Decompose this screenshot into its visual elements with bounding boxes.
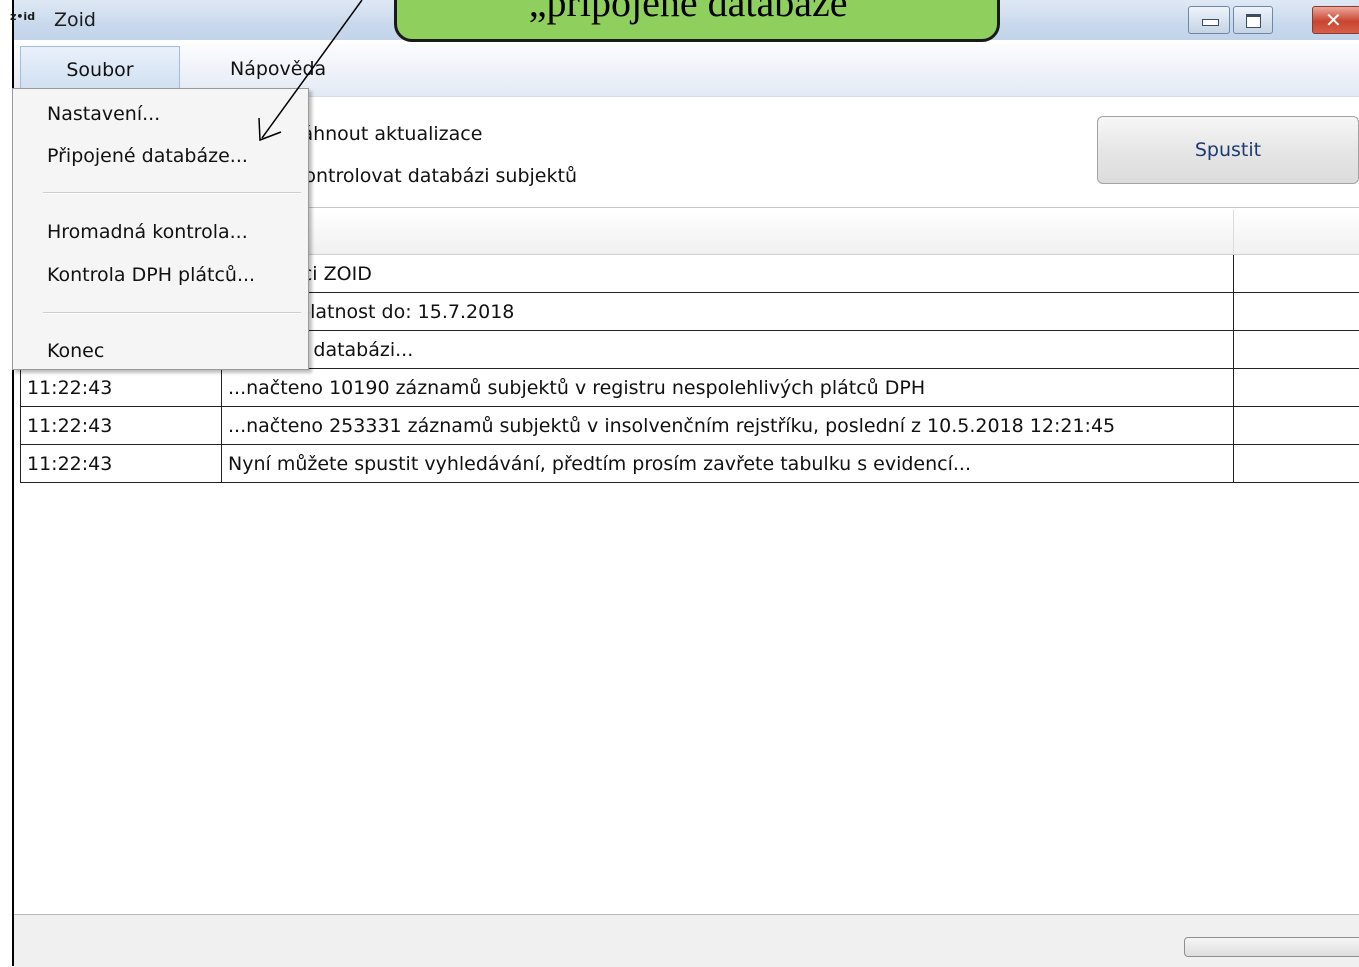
log-time: 11:22:43 (21, 369, 222, 407)
log-message: ...načteno 253331 záznamů subjektů v ins… (222, 407, 1234, 445)
header-message[interactable] (222, 210, 1234, 255)
log-extra (1234, 445, 1359, 483)
log-extra (1234, 407, 1359, 445)
table-row[interactable]: 11:22:43...načteno 10190 záznamů subjekt… (21, 369, 1359, 407)
log-message: v aplikaci ZOID (222, 255, 1234, 293)
menu-item-nastaveni[interactable]: Nastavení... (47, 103, 160, 125)
log-extra (1234, 255, 1359, 293)
window-title: Zoid (54, 9, 96, 31)
table-row[interactable]: 11:22:43...načteno 253331 záznamů subjek… (21, 407, 1359, 445)
app-logo: z•id (10, 10, 35, 23)
maximize-icon (1246, 14, 1261, 28)
menu-separator (43, 312, 301, 314)
status-bar (14, 914, 1359, 967)
menu-napoveda[interactable]: Nápověda (230, 46, 326, 92)
header-extra[interactable] (1234, 210, 1359, 255)
log-message: n interní databázi... (222, 331, 1234, 369)
menu-item-konec[interactable]: Konec (47, 340, 104, 362)
progress-bar (1184, 937, 1359, 957)
log-extra (1234, 293, 1359, 331)
menu-soubor[interactable]: Soubor (20, 46, 180, 92)
log-time: 11:22:43 (21, 407, 222, 445)
minimize-button[interactable] (1188, 6, 1230, 34)
log-extra (1234, 331, 1359, 369)
log-message: DEMO, platnost do: 15.7.2018 (222, 293, 1234, 331)
log-message: ...načteno 10190 záznamů subjektů v regi… (222, 369, 1234, 407)
log-extra (1234, 369, 1359, 407)
menu-item-hromadna-kontrola[interactable]: Hromadná kontrola... (47, 221, 248, 243)
option-download-updates[interactable]: táhnout aktualizace (294, 123, 482, 145)
maximize-button[interactable] (1233, 6, 1273, 34)
run-button[interactable]: Spustit (1097, 116, 1359, 184)
annotation-callout: „připojené databáze“ (394, 0, 1000, 42)
log-time: 11:22:43 (21, 445, 222, 483)
log-message: Nyní můžete spustit vyhledávání, předtím… (222, 445, 1234, 483)
soubor-dropdown-menu: Nastavení... Připojené databáze... Hroma… (12, 88, 309, 370)
close-button[interactable]: ✕ (1312, 6, 1359, 34)
menu-separator (43, 192, 301, 194)
minimize-icon (1202, 19, 1219, 26)
option-check-database[interactable]: kontrolovat databázi subjektů (294, 165, 577, 187)
table-row[interactable]: 11:22:43Nyní můžete spustit vyhledávání,… (21, 445, 1359, 483)
menu-item-kontrola-dph[interactable]: Kontrola DPH plátců... (47, 264, 255, 286)
menu-item-pripojene-databaze[interactable]: Připojené databáze... (47, 145, 248, 167)
close-icon: ✕ (1325, 8, 1342, 32)
